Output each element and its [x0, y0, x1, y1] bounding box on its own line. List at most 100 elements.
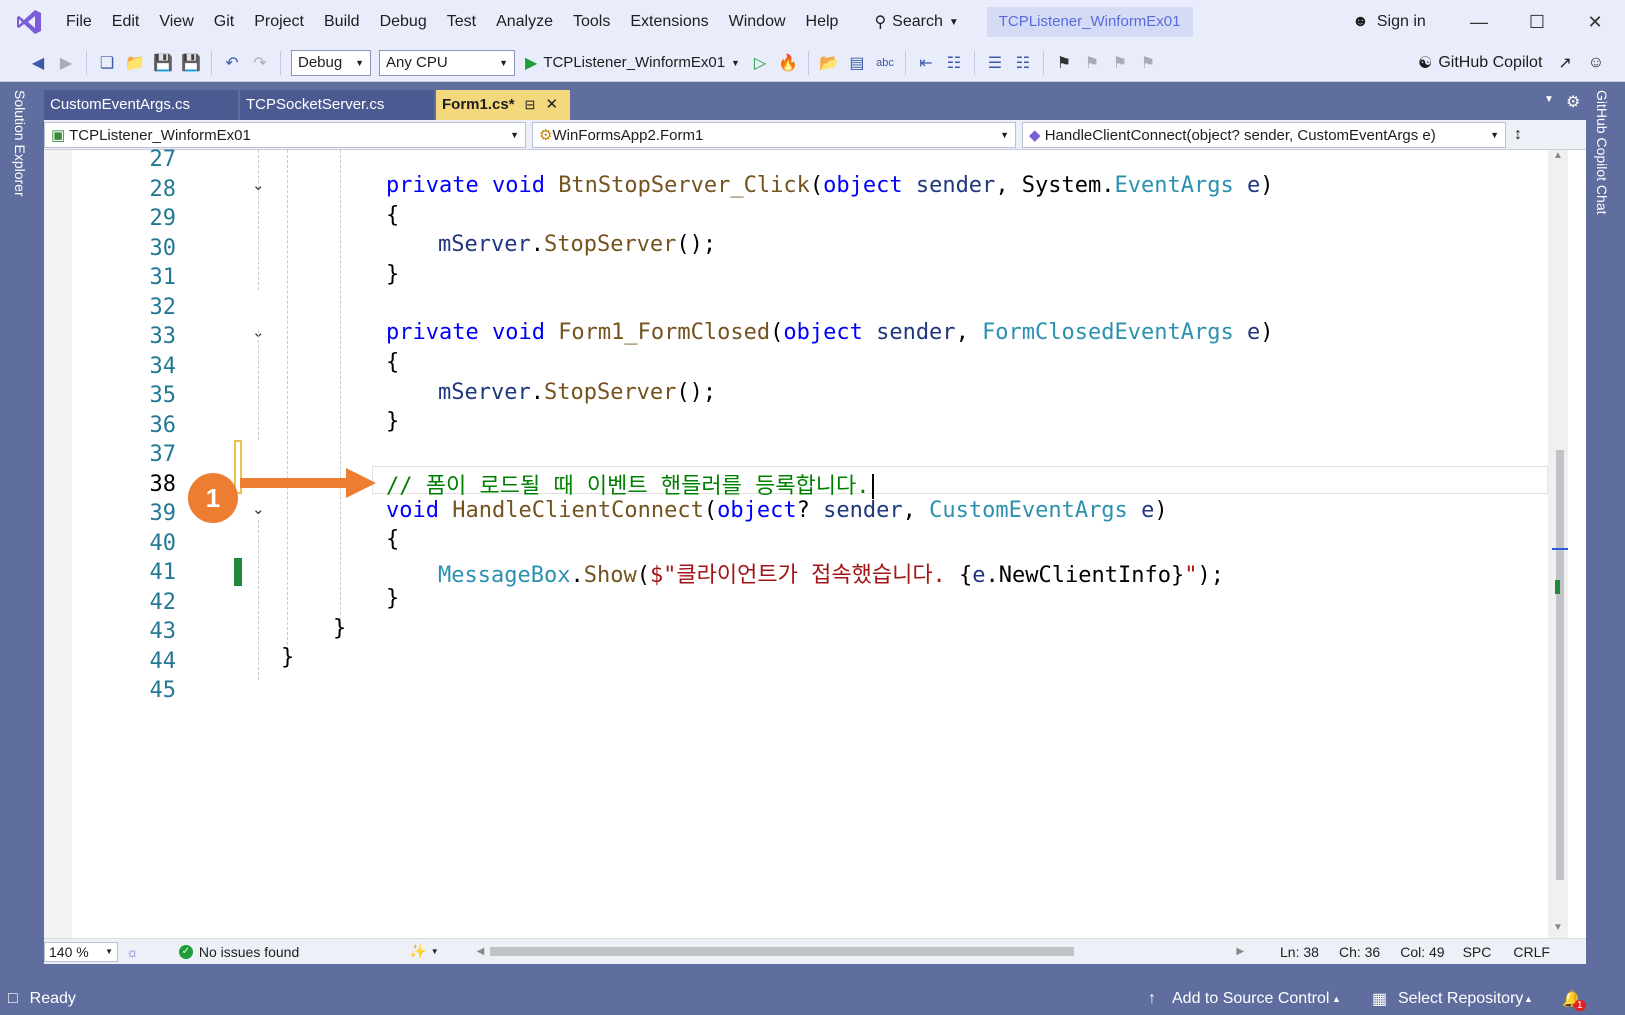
step-icon[interactable]: ⇤ — [914, 51, 938, 75]
select-repository-button[interactable]: Select Repository — [1398, 990, 1523, 1008]
csharp-project-icon: ▣ — [51, 126, 66, 144]
next-bookmark-icon[interactable]: ⚑ — [1108, 51, 1132, 75]
menu-test[interactable]: Test — [437, 0, 486, 44]
output-window-icon[interactable]: □ — [8, 990, 18, 1008]
collapse-chevron-icon[interactable]: ⌄ — [252, 500, 265, 518]
copilot-chat-tab[interactable]: GitHub Copilot Chat — [1594, 90, 1610, 215]
method-icon: ◆ — [1029, 126, 1041, 144]
toolbar-separator — [807, 50, 809, 75]
horizontal-scrollbar-thumb[interactable] — [490, 947, 1075, 956]
scroll-down-icon[interactable]: ▼ — [1553, 922, 1563, 933]
char-indicator[interactable]: Ch: 36 — [1339, 944, 1380, 960]
line-number: 29 — [149, 206, 177, 231]
member-dropdown[interactable]: ◆ HandleClientConnect(object? sender, Cu… — [1022, 121, 1506, 148]
toolbar-separator — [1042, 50, 1044, 75]
menu-debug[interactable]: Debug — [370, 0, 437, 44]
code-line-30: mServer.StopServer(); — [438, 232, 717, 257]
tab-customeventargs[interactable]: CustomEventArgs.cs — [44, 90, 238, 120]
scroll-up-icon[interactable]: ▲ — [1553, 150, 1563, 161]
line-number: 41 — [149, 560, 177, 585]
scroll-left-icon[interactable]: ◀ — [477, 946, 485, 957]
notification-count-badge: 1 — [1574, 1000, 1586, 1011]
redo-icon[interactable]: ↷ — [248, 51, 272, 75]
settings-gear-icon[interactable]: ⚙ — [1566, 92, 1580, 112]
toolbar-separator — [904, 50, 906, 75]
whitespace-indicator[interactable]: SPC — [1463, 944, 1492, 960]
class-dropdown[interactable]: ⚙WinFormsApp2.Form1 ▼ — [532, 121, 1016, 148]
solution-configuration-select[interactable]: Debug ▼ — [291, 49, 371, 76]
title-bar: File Edit View Git Project Build Debug T… — [0, 0, 1625, 44]
line-indicator[interactable]: Ln: 38 — [1280, 944, 1319, 960]
share-icon[interactable]: ↗ — [1558, 53, 1571, 73]
uncomment-lines-icon[interactable]: ☷ — [1011, 51, 1035, 75]
column-indicator[interactable]: Col: 49 — [1400, 944, 1444, 960]
start-without-debugging-icon[interactable]: ▷ — [748, 51, 772, 75]
pin-icon[interactable]: ⊟ — [525, 90, 536, 120]
navigate-forward-icon[interactable]: ▶ — [54, 51, 78, 75]
tab-tcpsocketserver[interactable]: TCPSocketServer.cs — [240, 90, 434, 120]
menu-extensions[interactable]: Extensions — [620, 0, 718, 44]
minimize-button[interactable]: — — [1450, 0, 1508, 44]
clear-bookmarks-icon[interactable]: ⚑ — [1136, 51, 1160, 75]
search-button[interactable]: ⚲ Search ▼ — [866, 7, 966, 37]
close-icon[interactable]: ✕ — [545, 90, 558, 120]
tab-list-chevron-icon[interactable]: ▼ — [1544, 94, 1554, 105]
chevron-down-icon[interactable]: ▼ — [431, 947, 439, 956]
previous-bookmark-icon[interactable]: ⚑ — [1080, 51, 1104, 75]
feedback-icon[interactable]: ☺ — [1588, 54, 1604, 72]
browse-folder-icon[interactable]: 📂 — [817, 51, 841, 75]
menu-git[interactable]: Git — [204, 0, 244, 44]
layout-icon[interactable]: ▤ — [845, 51, 869, 75]
menu-tools[interactable]: Tools — [563, 0, 620, 44]
scroll-right-icon[interactable]: ▶ — [1236, 946, 1244, 957]
navigate-back-icon[interactable]: ◀ — [26, 51, 50, 75]
intellicode-icon[interactable]: ☼ — [126, 944, 139, 960]
vertical-scrollbar[interactable]: ▲ ▼ — [1548, 150, 1568, 938]
solution-explorer-tab[interactable]: Solution Explorer — [12, 90, 28, 197]
tab-form1[interactable]: Form1.cs* ⊟ ✕ — [436, 90, 570, 120]
code-line-41: MessageBox.Show($"클라이언트가 접속했습니다. {e.NewC… — [438, 563, 1224, 588]
menu-build[interactable]: Build — [314, 0, 370, 44]
line-number: 32 — [149, 294, 177, 320]
hot-reload-icon[interactable]: 🔥 — [776, 51, 800, 75]
arrow-up-icon: ↑ — [1148, 989, 1156, 1007]
project-dropdown[interactable]: ▣ TCPListener_WinformEx01 ▼ — [44, 121, 526, 148]
new-project-icon[interactable]: ❏ — [95, 51, 119, 75]
right-tool-rail: GitHub Copilot Chat — [1586, 82, 1625, 982]
menu-help[interactable]: Help — [796, 0, 849, 44]
code-editor[interactable] — [44, 150, 1586, 950]
open-folder-icon[interactable]: 📁 — [123, 51, 147, 75]
bookmark-icon[interactable]: ⚑ — [1052, 51, 1076, 75]
menu-file[interactable]: File — [56, 0, 102, 44]
start-debugging-button[interactable]: ▶ TCPListener_WinformEx01 ▼ — [525, 53, 740, 73]
platform-value: Any CPU — [386, 54, 448, 71]
split-editor-icon[interactable]: ↕ — [1514, 126, 1522, 144]
undo-icon[interactable]: ↶ — [220, 51, 244, 75]
spell-check-icon[interactable]: abc — [873, 51, 897, 75]
menu-view[interactable]: View — [149, 0, 203, 44]
menu-edit[interactable]: Edit — [102, 0, 150, 44]
close-window-button[interactable]: ✕ — [1566, 0, 1624, 44]
zoom-select[interactable]: 140 % ▼ — [44, 941, 118, 962]
find-icon[interactable]: ☷ — [942, 51, 966, 75]
menu-window[interactable]: Window — [719, 0, 796, 44]
code-line-29: { — [386, 203, 400, 228]
add-to-source-control-button[interactable]: Add to Source Control — [1172, 990, 1329, 1008]
comment-lines-icon[interactable]: ☰ — [983, 51, 1007, 75]
code-cleanup-icon[interactable]: ✨ — [409, 943, 426, 960]
tab-label: Form1.cs* — [442, 96, 515, 113]
code-line-28: private void BtnStopServer_Click(object … — [386, 173, 1274, 198]
menu-project[interactable]: Project — [244, 0, 314, 44]
issues-status[interactable]: No issues found — [199, 944, 299, 960]
maximize-button[interactable]: ☐ — [1508, 0, 1566, 44]
toolbar-separator — [280, 50, 281, 75]
save-all-icon[interactable]: 💾 — [179, 51, 203, 75]
left-tool-rail: Solution Explorer — [0, 82, 44, 982]
github-copilot-button[interactable]: ☯ GitHub Copilot ↗ ☺ — [1418, 44, 1604, 82]
line-ending-indicator[interactable]: CRLF — [1513, 944, 1550, 960]
sign-in-button[interactable]: ☻ Sign in — [1352, 0, 1426, 44]
save-icon[interactable]: 💾 — [151, 51, 175, 75]
solution-platform-select[interactable]: Any CPU ▼ — [379, 49, 515, 76]
scrollbar-thumb[interactable] — [1556, 450, 1564, 880]
menu-analyze[interactable]: Analyze — [486, 0, 563, 44]
